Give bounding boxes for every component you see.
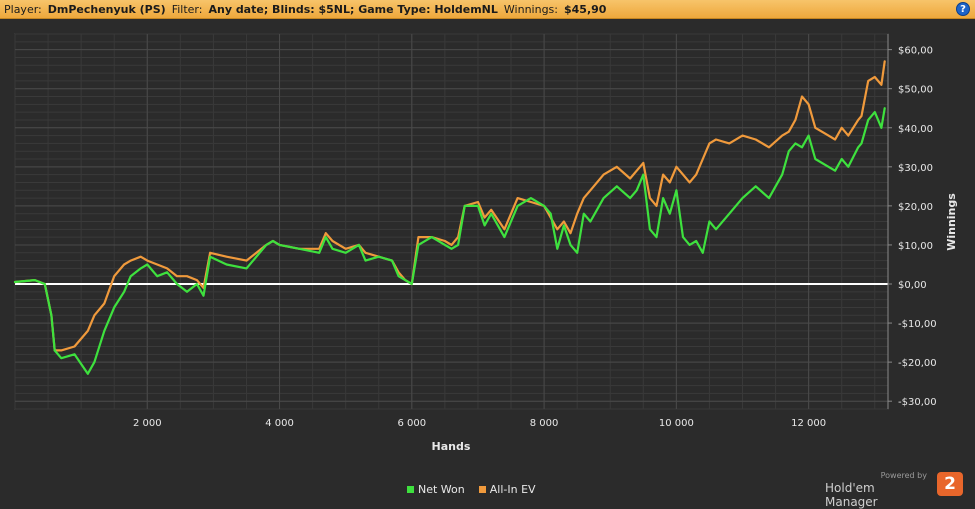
- grid-lines: [14, 33, 889, 410]
- x-tick-label: 12 000: [791, 418, 826, 429]
- y-tick-label: $40,00: [898, 124, 933, 135]
- legend: Net Won All-In EV: [407, 483, 536, 496]
- x-tick-label: 6 000: [397, 418, 426, 429]
- y-tick-label: $60,00: [898, 46, 933, 57]
- x-tick-label: 8 000: [530, 418, 559, 429]
- legend-item-all-in-ev[interactable]: All-In EV: [478, 483, 536, 496]
- series-lines: [13, 60, 886, 375]
- powered-by-text: Powered by: [880, 471, 927, 480]
- x-tick-label: 4 000: [265, 418, 294, 429]
- brand-name: Hold'em Manager: [825, 481, 878, 509]
- y-tick-label: $50,00: [898, 85, 933, 96]
- holdem-manager-brand: Powered by Hold'em Manager 2: [825, 470, 965, 509]
- y-tick-label: -$30,00: [898, 397, 937, 408]
- x-axis-label: Hands: [432, 440, 471, 453]
- legend-item-net-won[interactable]: Net Won: [407, 483, 465, 496]
- x-tick-label: 2 000: [133, 418, 162, 429]
- net-won-swatch: [407, 486, 414, 493]
- hm2-logo-icon: 2: [937, 472, 963, 496]
- net-won-line: [13, 107, 886, 375]
- y-tick-label: -$10,00: [898, 319, 937, 330]
- y-tick-label: $0,00: [898, 280, 927, 291]
- legend-net-won-label: Net Won: [418, 483, 465, 496]
- winnings-chart: $60,00 $50,00 $40,00 $30,00 $20,00 $10,00 $0,0…: [13, 33, 958, 453]
- x-tick-label: 10 000: [659, 418, 694, 429]
- y-axis-label: Winnings: [945, 193, 958, 251]
- y-tick-label: -$20,00: [898, 358, 937, 369]
- y-tick-label: $30,00: [898, 163, 933, 174]
- all-in-ev-swatch: [478, 486, 486, 493]
- y-tick-label: $10,00: [898, 241, 933, 252]
- y-tick-label: $20,00: [898, 202, 933, 213]
- legend-all-in-ev-label: All-In EV: [489, 483, 536, 496]
